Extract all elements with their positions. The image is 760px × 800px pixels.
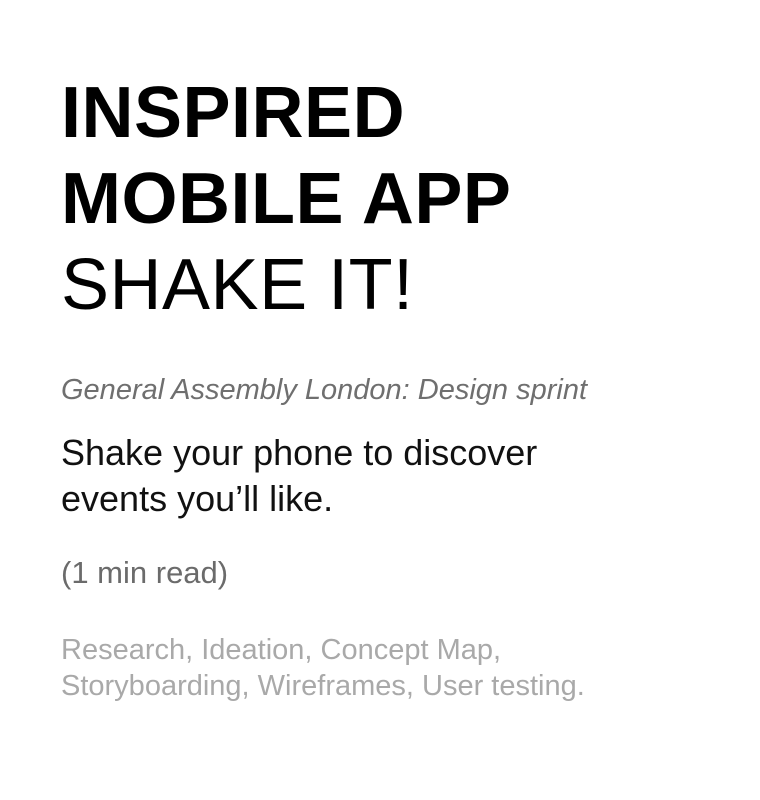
skills-list: Research, Ideation, Concept Map, Storybo… [61,632,721,704]
page-title: INSPIRED MOBILE APP SHAKE IT! [61,70,721,328]
project-subtitle: General Assembly London: Design sprint [61,374,588,406]
project-description: Shake your phone to discover events you’… [61,430,661,522]
read-time: (1 min read) [61,555,229,590]
project-card: INSPIRED MOBILE APP SHAKE IT! General As… [61,70,721,704]
title-line-mobile-app: MOBILE APP [61,159,512,239]
skills-line-2: Storyboarding, Wireframes, User testing. [61,670,585,702]
description-line-1: Shake your phone to discover [61,432,538,473]
title-line-inspired: INSPIRED [61,73,406,153]
description-line-2: events you’ll like. [61,478,334,519]
title-line-shake-it: SHAKE IT! [61,245,414,325]
skills-line-1: Research, Ideation, Concept Map, [61,634,502,666]
